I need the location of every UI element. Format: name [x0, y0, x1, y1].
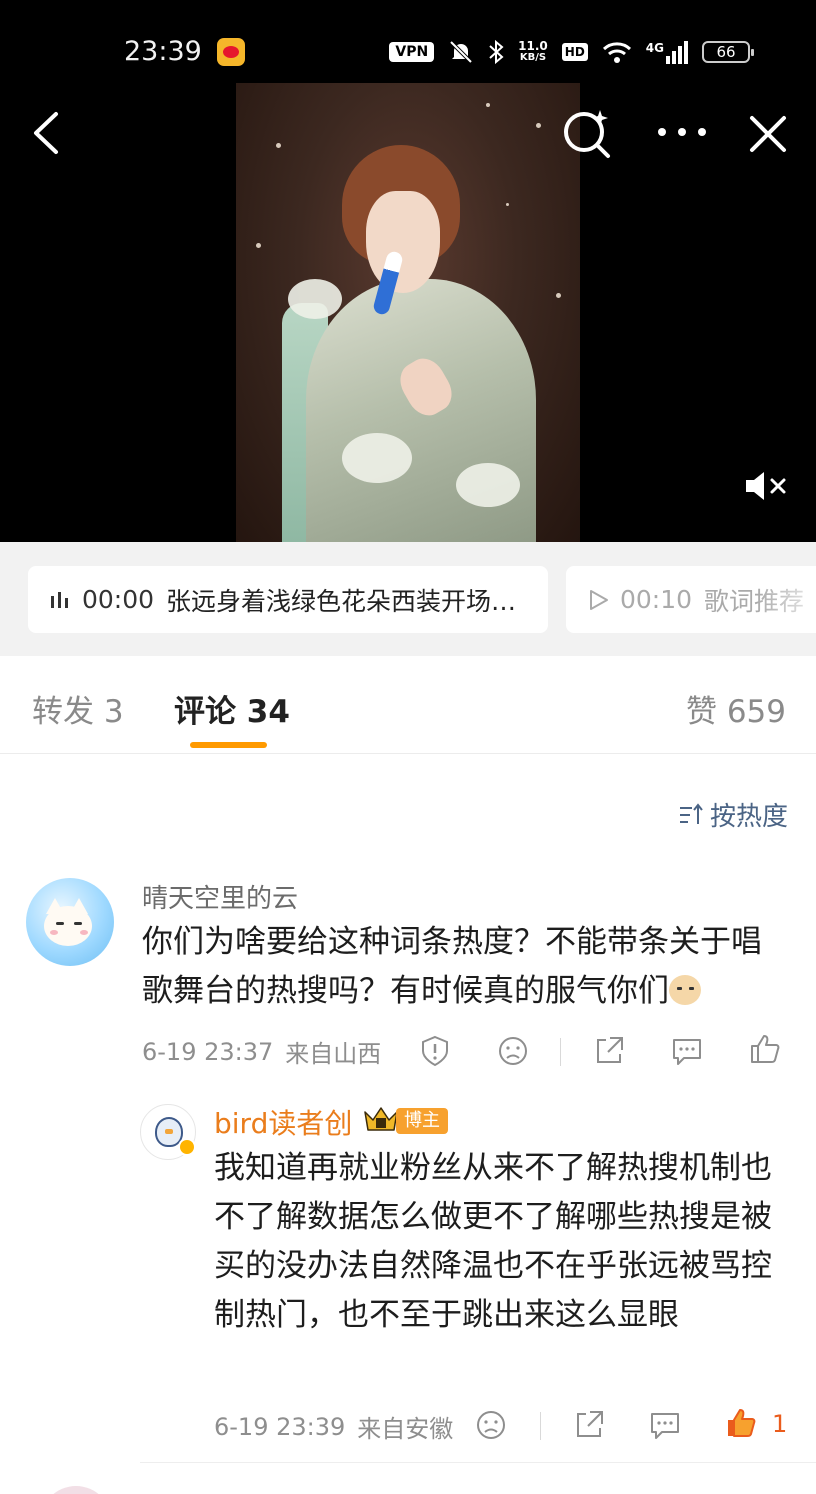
chapter-card-playing[interactable]: 00:00 张远身着浅绿色花朵西装开场… [28, 566, 548, 633]
vpn-badge: VPN [389, 42, 435, 62]
blogger-badge: 博主 [396, 1108, 448, 1134]
video-chapter-strip[interactable]: 00:00 张远身着浅绿色花朵西装开场… 00:10 歌词推荐 [0, 542, 816, 656]
playing-bars-icon [51, 591, 68, 608]
chapter-title: 张远身着浅绿色花朵西装开场… [166, 586, 517, 616]
cat-avatar-face [44, 906, 92, 946]
reply-icon[interactable] [670, 1034, 704, 1068]
tab-comments[interactable]: 评论 34 [174, 686, 290, 731]
next-comment-avatar[interactable] [40, 1486, 112, 1494]
play-icon [590, 589, 608, 610]
tab-repost[interactable]: 转发 3 [32, 686, 124, 731]
verified-badge-icon [178, 1138, 196, 1156]
chapter-time: 00:00 [82, 585, 155, 614]
comment-text: 你们为啥要给这种词条热度？不能带条关于唱歌舞台的热搜吗？有时候真的服气你们 [142, 924, 762, 1009]
share-icon[interactable] [572, 1408, 606, 1442]
cellular-signal-icon: 4G [646, 40, 688, 64]
comment-location: 来自山西 [285, 1040, 382, 1068]
reply-like-count: 1 [772, 1410, 788, 1438]
comment-meta: 6-19 23:37 来自山西 [142, 1034, 381, 1069]
battery-indicator: 66 [702, 41, 754, 63]
avatar[interactable] [26, 878, 114, 966]
crown-badge-icon [364, 1107, 398, 1131]
active-tab-indicator [190, 742, 267, 748]
comment-author[interactable]: 晴天空里的云 [142, 878, 298, 915]
hd-badge: HD [561, 43, 588, 61]
mute-bell-icon [449, 40, 473, 64]
reply-author[interactable]: bird读者创 [214, 1102, 352, 1142]
flower-decoration [342, 433, 412, 483]
video-player[interactable]: 23:39 VPN 11.0 KB/S HD 4G 66 [0, 0, 816, 542]
report-icon[interactable] [418, 1034, 452, 1068]
status-indicators: VPN 11.0 KB/S HD 4G 66 [389, 38, 754, 66]
reply-location: 来自安徽 [357, 1415, 454, 1443]
flower-decoration [456, 463, 520, 507]
singer-face [366, 191, 440, 293]
reply-date: 6-19 23:39 [214, 1412, 346, 1441]
chapter-time: 00:10 [620, 585, 693, 614]
flower-decoration [288, 279, 342, 319]
reply-meta: 6-19 23:39 来自安徽 [214, 1409, 453, 1444]
like-icon[interactable] [748, 1032, 782, 1066]
muted-speaker-icon[interactable] [742, 466, 790, 506]
reply-icon[interactable] [648, 1408, 682, 1442]
dislike-icon[interactable] [474, 1408, 508, 1442]
status-time: 23:39 [124, 36, 202, 67]
close-icon[interactable] [746, 112, 790, 156]
ai-search-icon[interactable] [560, 106, 616, 160]
sort-by-popularity-button[interactable]: 按热度 [678, 796, 788, 833]
bluetooth-icon [489, 39, 504, 65]
liked-icon[interactable] [724, 1406, 758, 1440]
share-icon[interactable] [592, 1034, 626, 1068]
video-frame[interactable] [236, 83, 580, 542]
sort-icon [679, 802, 703, 824]
dislike-icon[interactable] [496, 1034, 530, 1068]
divider [140, 1462, 816, 1463]
wifi-icon [602, 42, 631, 63]
network-speed: 11.0 KB/S [518, 39, 548, 63]
chapter-card-next[interactable]: 00:10 歌词推荐 [566, 566, 816, 633]
more-options-icon[interactable] [652, 112, 712, 152]
cat-emoji-icon [669, 975, 701, 1005]
post-tabs: 转发 3 评论 34 赞 659 [0, 656, 816, 754]
back-arrow-icon[interactable] [28, 110, 68, 156]
reply-text: 我知道再就业粉丝从来不了解热搜机制也不了解数据怎么做更不了解哪些热搜是被买的没办… [214, 1150, 772, 1333]
sort-label: 按热度 [709, 802, 788, 832]
weibo-notification-icon [217, 38, 245, 66]
tab-likes[interactable]: 赞 659 [686, 686, 786, 731]
comment-date: 6-19 23:37 [142, 1037, 274, 1066]
